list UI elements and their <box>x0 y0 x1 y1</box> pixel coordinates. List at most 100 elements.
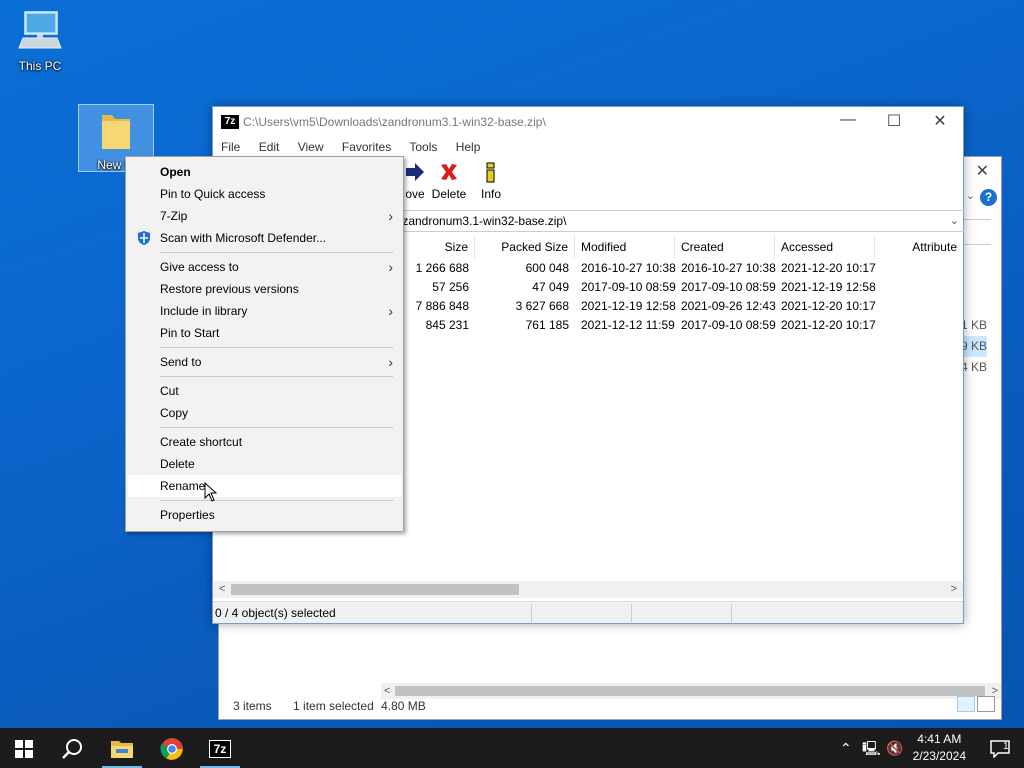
menu-edit[interactable]: Edit <box>259 140 280 154</box>
menu-bar: File Edit View Favorites Tools Help <box>213 137 963 157</box>
delete-button[interactable]: Delete <box>427 161 471 201</box>
cell-size: 7 886 848 <box>415 299 469 313</box>
search-button[interactable] <box>48 728 96 768</box>
cell-packed: 600 048 <box>525 261 569 275</box>
explorer-close-icon[interactable]: ✕ <box>976 161 989 181</box>
menu-item-pin-quick-access[interactable]: Pin to Quick access <box>126 183 403 205</box>
defender-shield-icon <box>138 231 150 245</box>
menu-item-copy[interactable]: Copy <box>126 402 403 424</box>
menu-item-properties[interactable]: Properties <box>126 504 403 526</box>
menu-item-label: Delete <box>160 457 195 471</box>
menu-tools[interactable]: Tools <box>409 140 437 154</box>
menu-item-scan-defender[interactable]: Scan with Microsoft Defender... <box>126 227 403 249</box>
desktop-icon-this-pc[interactable]: This PC <box>2 8 78 73</box>
context-menu: Open Pin to Quick access 7-Zip › Scan wit… <box>125 156 404 532</box>
taskbar-7zip[interactable]: 7z <box>196 728 244 768</box>
cell-size: 1 266 688 <box>415 261 469 275</box>
sevenzip-app-icon: 7z <box>221 115 239 129</box>
cell-accessed: 2021-12-19 12:58 <box>781 280 876 294</box>
list-horizontal-scrollbar[interactable]: < > <box>213 581 963 598</box>
menu-separator <box>160 376 393 377</box>
menu-item-label: Pin to Quick access <box>160 187 266 201</box>
view-toggle <box>955 696 995 715</box>
menu-item-open[interactable]: Open <box>126 161 403 183</box>
network-icon[interactable]: 🖳 <box>862 728 881 768</box>
scroll-left-icon[interactable]: < <box>219 581 225 598</box>
menu-file[interactable]: File <box>221 140 240 154</box>
this-pc-icon <box>18 11 62 49</box>
menu-separator <box>160 252 393 253</box>
address-path: \zandronum3.1-win32-base.zip\ <box>399 214 567 228</box>
menu-item-cut[interactable]: Cut <box>126 380 403 402</box>
cell-packed: 3 627 668 <box>515 299 569 313</box>
cell-modified: 2017-09-10 08:59 <box>581 280 676 294</box>
submenu-arrow-icon: › <box>388 303 393 319</box>
maximize-icon[interactable]: ☐ <box>871 111 917 131</box>
menu-item-rename[interactable]: Rename <box>128 475 401 497</box>
address-dropdown-icon[interactable]: ⌄ <box>950 211 959 231</box>
menu-item-send-to[interactable]: Send to › <box>126 351 403 373</box>
column-modified[interactable]: Modified <box>575 235 675 259</box>
volume-muted-icon[interactable]: 🔇 <box>886 728 903 768</box>
delete-x-icon <box>427 161 471 187</box>
menu-item-label: Open <box>160 165 191 179</box>
ribbon-expand-icon[interactable]: ⌄ <box>966 189 975 202</box>
menu-view[interactable]: View <box>298 140 324 154</box>
help-icon[interactable]: ? <box>980 189 997 206</box>
clock-date: 2/23/2024 <box>912 749 966 763</box>
menu-item-delete[interactable]: Delete <box>126 453 403 475</box>
large-icons-view-icon[interactable] <box>977 696 995 712</box>
cell-created: 2017-09-10 08:59 <box>681 318 776 332</box>
scroll-right-icon[interactable]: > <box>951 581 957 598</box>
column-created[interactable]: Created <box>675 235 775 259</box>
column-attributes[interactable]: Attribute <box>875 235 963 259</box>
column-size[interactable]: Size <box>401 235 475 259</box>
status-divider <box>531 604 532 622</box>
taskbar: 7z ⌃ 🖳 🔇 4:41 AM 2/23/2024 1 <box>0 728 1024 768</box>
explorer-status-bar: 3 items 1 item selected 4.80 MB <box>219 693 1001 719</box>
column-accessed[interactable]: Accessed <box>775 235 875 259</box>
status-bar: 0 / 4 object(s) selected <box>213 601 963 623</box>
menu-favorites[interactable]: Favorites <box>342 140 391 154</box>
search-icon <box>62 738 82 759</box>
menu-item-label: Include in library <box>160 304 248 318</box>
delete-label: Delete <box>431 187 467 201</box>
menu-help[interactable]: Help <box>456 140 481 154</box>
notification-center-button[interactable]: 1 <box>976 728 1024 768</box>
cell-packed: 47 049 <box>532 280 569 294</box>
taskbar-file-explorer[interactable] <box>98 728 146 768</box>
selected-size: 4.80 MB <box>381 699 426 713</box>
chrome-icon <box>160 737 183 760</box>
sevenzip-taskbar-icon: 7z <box>209 739 231 758</box>
cell-accessed: 2021-12-20 10:17 <box>781 318 876 332</box>
minimize-icon[interactable]: — <box>825 111 871 129</box>
menu-item-pin-start[interactable]: Pin to Start <box>126 322 403 344</box>
show-hidden-icons-icon[interactable]: ⌃ <box>840 728 852 768</box>
mouse-cursor-icon <box>204 482 218 502</box>
menu-item-label: Restore previous versions <box>160 282 299 296</box>
selection-status: 0 / 4 object(s) selected <box>215 606 336 620</box>
info-button[interactable]: Info <box>469 161 513 201</box>
details-view-icon[interactable] <box>957 696 975 712</box>
menu-separator <box>160 347 393 348</box>
column-packed-size[interactable]: Packed Size <box>475 235 575 259</box>
move-label: ove <box>405 187 425 201</box>
menu-item-include-library[interactable]: Include in library › <box>126 300 403 322</box>
sevenzip-titlebar[interactable]: 7z C:\Users\vm5\Downloads\zandronum3.1-w… <box>213 107 963 137</box>
menu-separator <box>160 500 393 501</box>
menu-item-label: 7-Zip <box>160 209 188 223</box>
scroll-thumb[interactable] <box>231 584 519 595</box>
close-icon[interactable]: ✕ <box>917 111 963 131</box>
clock-time: 4:41 AM <box>917 732 962 746</box>
window-title: C:\Users\vm5\Downloads\zandronum3.1-win3… <box>243 115 546 129</box>
status-divider <box>631 604 632 622</box>
cell-size: 57 256 <box>432 280 469 294</box>
menu-item-label: Rename <box>160 479 206 493</box>
menu-item-restore-versions[interactable]: Restore previous versions <box>126 278 403 300</box>
taskbar-chrome[interactable] <box>148 728 196 768</box>
start-button[interactable] <box>0 728 48 768</box>
menu-item-create-shortcut[interactable]: Create shortcut <box>126 431 403 453</box>
menu-item-7zip[interactable]: 7-Zip › <box>126 205 403 227</box>
menu-item-give-access[interactable]: Give access to › <box>126 256 403 278</box>
system-clock[interactable]: 4:41 AM 2/23/2024 <box>913 731 966 765</box>
